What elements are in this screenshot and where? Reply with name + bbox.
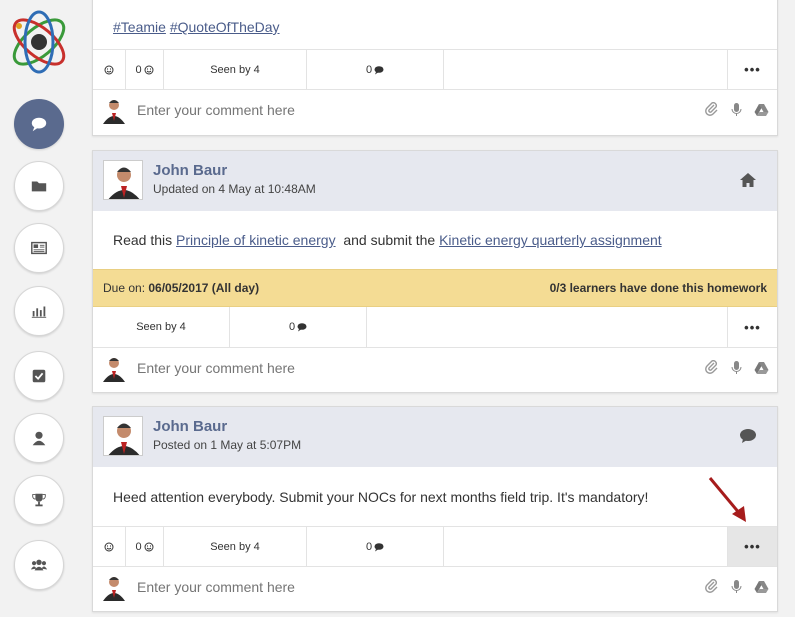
- reaction-count-value: 0: [135, 540, 142, 553]
- microphone-icon[interactable]: [729, 579, 744, 594]
- post-header: John Baur Updated on 4 May at 10:48AM: [93, 151, 777, 211]
- comment-count-value: 0: [288, 321, 296, 333]
- post-header: John Baur Posted on 1 May at 5:07PM: [93, 407, 777, 467]
- comment-tools: [704, 102, 769, 117]
- due-date: Due on: 06/05/2017 (All day): [103, 281, 260, 295]
- post-timestamp: Updated on 4 May at 10:48AM: [153, 182, 316, 196]
- homework-status[interactable]: 0/3 learners have done this homework: [550, 281, 767, 295]
- post-card-2: John Baur Updated on 4 May at 10:48AM Re…: [92, 150, 778, 393]
- react-button[interactable]: [93, 50, 126, 89]
- comment-row: [93, 89, 777, 129]
- trophy-icon: [32, 493, 46, 507]
- post-card-1: #Teamie #QuoteOfTheDay 0 Seen by 4 0 •••: [92, 0, 778, 136]
- comment-tools: [704, 360, 769, 375]
- drive-icon[interactable]: [754, 102, 769, 117]
- due-bar: Due on: 06/05/2017 (All day) 0/3 learner…: [93, 269, 777, 307]
- smiley-icon: [104, 65, 114, 74]
- comment-count-value: 0: [365, 63, 373, 76]
- sidebar-tasks-button[interactable]: [14, 351, 64, 401]
- assignment-link[interactable]: Kinetic energy quarterly assignment: [439, 232, 662, 248]
- sidebar-groups-button[interactable]: [14, 540, 64, 590]
- post-body: Heed attention everybody. Submit your NO…: [113, 488, 649, 505]
- comment-input[interactable]: [137, 101, 657, 118]
- post-actions: 0 Seen by 4 0 •••: [93, 526, 777, 566]
- resource-link[interactable]: Principle of kinetic energy: [176, 232, 336, 248]
- microphone-icon[interactable]: [729, 102, 744, 117]
- smiley-icon: [144, 542, 154, 551]
- annotation-arrow: [708, 477, 746, 522]
- microphone-icon[interactable]: [729, 360, 744, 375]
- comment-input[interactable]: [137, 359, 657, 376]
- smiley-icon: [144, 65, 154, 74]
- author-name[interactable]: John Baur: [153, 418, 227, 435]
- drive-icon[interactable]: [754, 579, 769, 594]
- avatar: [101, 572, 127, 601]
- react-button[interactable]: [93, 527, 126, 566]
- comment-count-value: 0: [365, 540, 373, 553]
- sidebar-newsfeed-button[interactable]: [14, 223, 64, 273]
- author-name[interactable]: John Baur: [153, 162, 227, 179]
- checkbox-icon: [32, 369, 46, 383]
- reaction-count[interactable]: 0: [126, 50, 164, 89]
- sidebar-chat-button[interactable]: [14, 99, 64, 149]
- chart-icon: [31, 306, 47, 318]
- sidebar-trophy-button[interactable]: [14, 475, 64, 525]
- sidebar-analytics-button[interactable]: [14, 286, 64, 336]
- smiley-icon: [104, 542, 114, 551]
- avatar: [101, 353, 127, 382]
- more-options-button[interactable]: •••: [727, 527, 777, 566]
- comment-count[interactable]: 0: [307, 50, 444, 89]
- reaction-count-value: 0: [135, 63, 142, 76]
- post-actions: 0 Seen by 4 0 •••: [93, 49, 777, 89]
- post-card-3: John Baur Posted on 1 May at 5:07PM Heed…: [92, 406, 778, 612]
- hashtag-link[interactable]: #Teamie: [113, 19, 166, 35]
- comment-tools: [704, 579, 769, 594]
- more-options-button[interactable]: •••: [727, 50, 777, 89]
- reaction-count[interactable]: 0: [126, 527, 164, 566]
- seen-by[interactable]: Seen by 4: [93, 307, 230, 347]
- comment-row: [93, 566, 777, 606]
- drive-icon[interactable]: [754, 360, 769, 375]
- paperclip-icon[interactable]: [704, 360, 719, 375]
- avatar: [101, 95, 127, 124]
- post-timestamp: Posted on 1 May at 5:07PM: [153, 438, 302, 452]
- paperclip-icon[interactable]: [704, 102, 719, 117]
- comment-count[interactable]: 0: [230, 307, 367, 347]
- seen-by[interactable]: Seen by 4: [164, 527, 307, 566]
- user-icon: [32, 431, 46, 446]
- post-actions: Seen by 4 0 •••: [93, 307, 777, 347]
- post-body: Read this Principle of kinetic energy an…: [93, 211, 777, 269]
- seen-by[interactable]: Seen by 4: [164, 50, 307, 89]
- comment-icon: [374, 542, 384, 551]
- body-text: Read this: [113, 232, 173, 248]
- comment-input[interactable]: [137, 578, 657, 595]
- comment-icon: [297, 323, 307, 332]
- body-text: and submit the: [343, 232, 436, 248]
- comment-bubble-icon: [740, 429, 756, 443]
- sidebar-folder-button[interactable]: [14, 161, 64, 211]
- chat-icon: [31, 117, 47, 132]
- home-icon: [740, 173, 756, 187]
- app-logo[interactable]: [6, 6, 72, 78]
- hashtag-link[interactable]: #QuoteOfTheDay: [170, 19, 280, 35]
- more-options-button[interactable]: •••: [727, 307, 777, 347]
- group-icon: [30, 559, 48, 571]
- avatar[interactable]: [103, 416, 143, 456]
- comment-row: [93, 347, 777, 387]
- post-body: #Teamie #QuoteOfTheDay: [93, 0, 777, 49]
- sidebar-profile-button[interactable]: [14, 413, 64, 463]
- folder-icon: [31, 181, 47, 192]
- comment-icon: [374, 65, 384, 74]
- sidebar: [0, 0, 78, 617]
- avatar[interactable]: [103, 160, 143, 200]
- paperclip-icon[interactable]: [704, 579, 719, 594]
- comment-count[interactable]: 0: [307, 527, 444, 566]
- newspaper-icon: [31, 241, 47, 255]
